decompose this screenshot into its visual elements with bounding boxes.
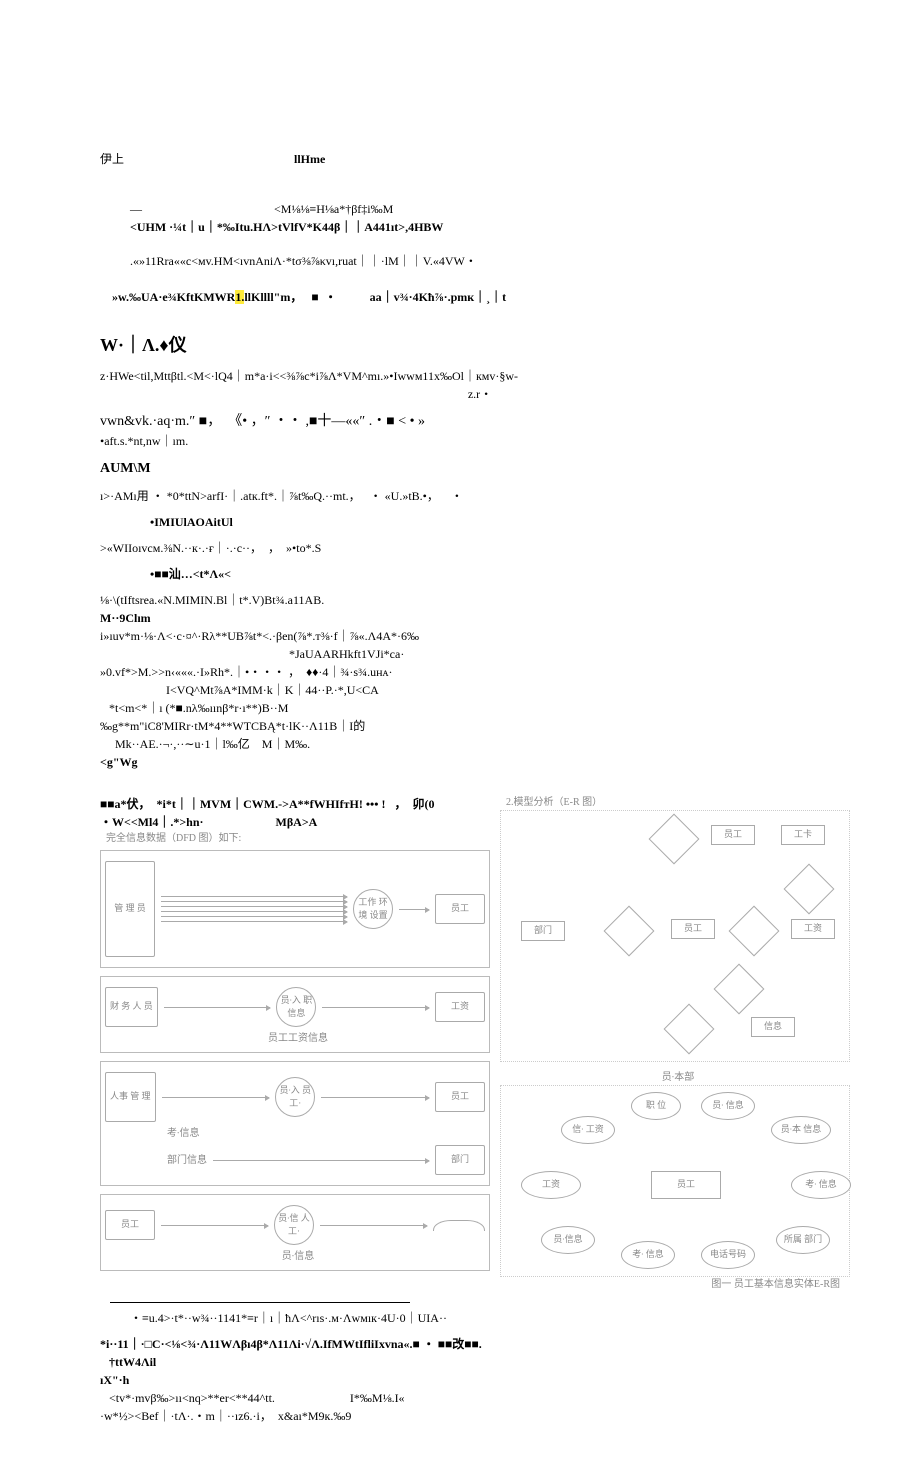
dfd-finance-circle: 员∙入 职信息 — [276, 987, 316, 1027]
flow-diamond-5 — [714, 964, 765, 1015]
er-node-8: 电话号码 — [701, 1241, 755, 1269]
er-figure: 员工 职 位 员∙ 信息 信∙ 工资 员∙本 信息 工资 考∙ 信息 员∙信息 … — [500, 1085, 850, 1277]
er-node-1: 员∙ 信息 — [701, 1092, 755, 1120]
er-node-7: 考∙ 信息 — [621, 1241, 675, 1269]
dfd-finance-box: 财 务 人 员 — [105, 987, 158, 1027]
flow-box-2: 工卡 — [781, 825, 825, 845]
p1-0: .«»11Rra««c<мv.HM<ıvnAniΛ·*tσ⅜⅞κvı,ruat｜… — [100, 252, 860, 270]
er-node-4: 工资 — [521, 1171, 581, 1199]
er-caption: 员∙本部 — [500, 1070, 850, 1085]
p2-0: z·HWe<til,Mttβtl.<M<·lQ4｜m*a·i<<⅜⅞c*i⅞Λ*… — [100, 367, 860, 385]
p5-3: *JaUAARHkft1VJi*ca· — [100, 645, 860, 663]
flowchart-figure: 员工 工卡 部门 员工 工资 信息 — [500, 810, 850, 1062]
dfd-dept-lab: 部门信息 — [161, 1153, 207, 1168]
header-right: llHme — [294, 150, 325, 168]
p3-0: ı>·AMı用 ・ *0*ttN>arfI·｜.atк.ft*.｜⅞t‰Q.··… — [100, 487, 860, 505]
right-top-caption: 2.模型分析（E-R 图） — [500, 795, 850, 810]
er-center: 员工 — [651, 1171, 721, 1199]
dfd-row-emp: 员工 员∙信 人工· 员∙信息 — [100, 1194, 490, 1271]
p5-0: ⅛·\(tIftsrea.«N.MIMIN.Bl｜t*.V)Bt¾.a11AB. — [100, 591, 860, 609]
er-node-9: 所属 部门 — [776, 1226, 830, 1254]
p5-7: ‰g**m"iC8'MIRr·tM*4**WTCBĄ*t·lK··Λ11B｜I的 — [100, 717, 860, 735]
p1-row: »w.‰UA·e¾KftKMWR1.llKllll"m， ■ ・ aa｜v¾·4… — [100, 270, 860, 324]
dfd-emp-circle: 员∙信 人工· — [274, 1205, 314, 1245]
flow-box-5: 信息 — [751, 1017, 795, 1037]
er-node-3: 员∙本 信息 — [771, 1116, 831, 1144]
p5-6: *t<m<*｜ı (*■.nλ‰ıınβ*r·ı**)B··M — [100, 699, 860, 717]
bullet-1: •IMIUlAOAitUl — [100, 513, 860, 531]
dfd-emp-sub: 员∙信息 — [105, 1249, 485, 1264]
line-1: <UHM ·¼t｜u｜*‰Itu.HΛ>tVlfV*K44β｜｜A441ıt>,… — [100, 218, 860, 236]
p6-0: ■■a*伏， *i*t｜｜MVM｜CWM.->A**fWHIfтH! ••• !… — [100, 795, 490, 813]
p2-1: z.r・ — [100, 385, 860, 403]
highlight: 1. — [235, 290, 244, 304]
flow-side-box: 部门 — [521, 921, 565, 941]
p2-3: •aft.s.*nt,nw｜ım. — [100, 432, 860, 450]
dfd-emp-box: 员工 — [105, 1210, 155, 1240]
er-bottom-caption: 图一 员工基本信息实体E-R图 — [500, 1277, 850, 1292]
flow-start-diamond — [649, 814, 700, 865]
p5-2: i»ıuv*m·⅛·Λ<·c·¤^·Rλ**UB⅞t*<.·βen(⅞*.т⅜·… — [100, 627, 860, 645]
dfd-db-icon — [433, 1220, 485, 1231]
flow-diamond-2 — [784, 864, 835, 915]
p6-1: ・W<<Ml4｜.*>hn· MβA>A — [100, 813, 490, 831]
dfd-figure-top: 管 理 员 工作 环境 设置 员工 — [100, 850, 490, 968]
p4-0: >«WIIоıvсм.⅜N.··к·.·ғ｜·.·с··， ， »•to*.S — [100, 539, 860, 557]
p5-5: I<VQ^Mt⅞A*IMM·k｜K｜44··P.·*,U<CA — [100, 681, 860, 699]
foot-1: *i··11｜·□C·<⅛<¾·Λ11WΛβı4β*Λ11Λi·√Λ.IfMWt… — [100, 1335, 860, 1353]
dfd-hr-box: 人事 管 理 — [105, 1072, 156, 1122]
dfd-row-hr: 人事 管 理 员∙入 员工· 员工 考∙信息 部门信息 部门 — [100, 1061, 490, 1186]
er-node-2: 信∙ 工资 — [561, 1116, 615, 1144]
er-node-0: 职 位 — [631, 1092, 681, 1120]
flow-box-3: 员工 — [671, 919, 715, 939]
foot-5: ·w*½><Bef｜·tΛ·.・m｜··ız6.·i， x&aı*M9к.‰9 — [100, 1407, 860, 1425]
heading-aum: AUM\M — [100, 458, 860, 479]
dfd-center-circle: 工作 环境 设置 — [353, 889, 393, 929]
dfd-admin-box: 管 理 员 — [105, 861, 155, 957]
er-node-5: 考∙ 信息 — [791, 1171, 851, 1199]
dfd-hr-emp-box: 员工 — [435, 1082, 485, 1112]
flow-diamond-6 — [664, 1004, 715, 1055]
foot-2: †ttW4Λil — [100, 1353, 860, 1371]
p5-8: Mk··AE.·¬·,··∼u·1｜l‰亿 M｜M‰. — [100, 735, 860, 753]
foot-3: ıX"·h — [100, 1371, 860, 1389]
header-left: 伊上 — [100, 150, 124, 168]
flow-box-4: 工资 — [791, 919, 835, 939]
dfd-finance-sub: 员工工资信息 — [105, 1031, 485, 1046]
flow-diamond-4 — [729, 906, 780, 957]
dfd-user-box: 员工 — [435, 894, 485, 924]
foot-0: ・≡u.4>·t*··w¾··1141*≡r｜ı｜ħΛ<^rıs·.м·Λwмı… — [100, 1309, 860, 1327]
line-0: — <M⅛⅛≡H⅛a*†βf‡i‰M — [100, 200, 860, 218]
heading-w: W·｜Λ.♦仪 — [100, 332, 860, 359]
p5-9: <g"Wg — [100, 753, 860, 771]
dfd-hr-circle: 员∙入 员工· — [275, 1077, 315, 1117]
dfd-hr-alt: 考∙信息 — [161, 1126, 200, 1141]
dfd-dept-box: 部门 — [435, 1145, 485, 1175]
p2-2: vwn&vk.·aq·m.″ ■， 《• ，″ ・・ ,■十—««″ .・■ <… — [100, 411, 860, 432]
dfd-salary-box: 工资 — [435, 992, 485, 1022]
bullet-2: •■■汕…<t*Λ«< — [100, 565, 860, 583]
flow-diamond-3 — [604, 906, 655, 957]
dfd-row-finance: 财 务 人 员 员∙入 职信息 工资 员工工资信息 — [100, 976, 490, 1053]
dfd-caption: 完全信息数据（DFD 图）如下: — [100, 831, 490, 846]
flow-box-1: 员工 — [711, 825, 755, 845]
foot-4: <tv*·mvβ‰>ıı<nq>**er<**44^tt. I*‰M⅛.I« — [100, 1389, 860, 1407]
er-node-6: 员∙信息 — [541, 1226, 595, 1254]
p5-4: »0.vf*>M.>>n‹«««.·I»Rh*.｜•・・・ ， ♦♦·4｜¾·s… — [100, 663, 860, 681]
p5-1: M··9Clım — [100, 609, 860, 627]
